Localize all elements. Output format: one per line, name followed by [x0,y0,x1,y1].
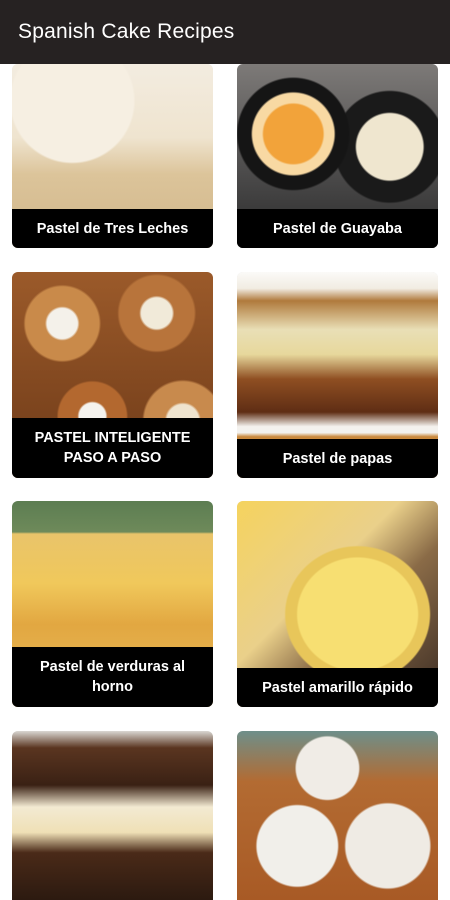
recipe-title: Pastel amarillo rápido [237,668,438,707]
recipe-title: Pastel de papas [237,439,438,478]
recipe-title: PASTEL INTELIGENTE PASO A PASO [12,418,213,478]
recipe-card-inteligente[interactable]: PASTEL INTELIGENTE PASO A PASO [12,272,213,478]
app-title: Spanish Cake Recipes [18,20,235,43]
app-bar: Spanish Cake Recipes [0,0,450,64]
recipe-card-coconut[interactable] [237,731,438,900]
recipe-card-amarillo[interactable]: Pastel amarillo rápido [237,501,438,707]
recipe-card-papas[interactable]: Pastel de papas [237,272,438,478]
recipe-card-chocolate[interactable] [12,731,213,900]
recipe-card-guayaba[interactable]: Pastel de Guayaba [237,64,438,248]
recipe-title: Pastel de Guayaba [237,209,438,248]
recipe-title: Pastel de Tres Leches [12,209,213,248]
recipe-photo [12,731,213,900]
recipe-title: Pastel de verduras al horno [12,647,213,707]
recipe-photo [237,731,438,900]
recipe-card-tres-leches[interactable]: Pastel de Tres Leches [12,64,213,248]
recipe-grid[interactable]: Pastel de Tres Leches Pastel de Guayaba … [0,64,450,900]
recipe-card-verduras[interactable]: Pastel de verduras al horno [12,501,213,707]
